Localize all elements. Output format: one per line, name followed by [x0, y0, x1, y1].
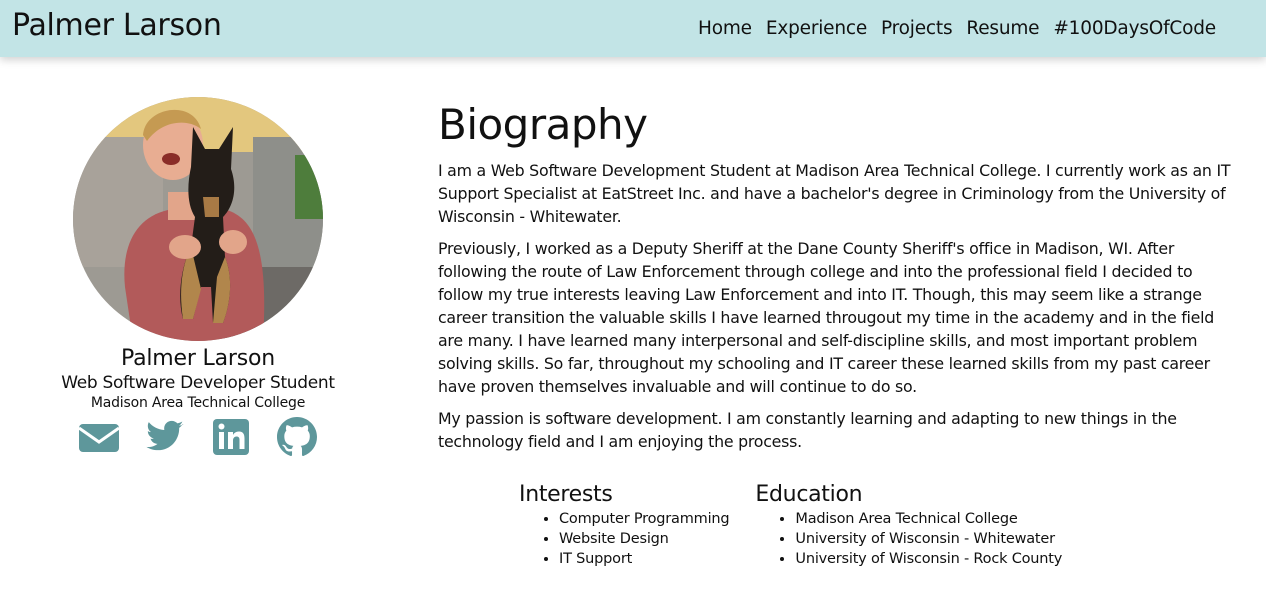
navbar: Palmer Larson Home Experience Projects R…: [0, 0, 1266, 57]
list-item: University of Wisconsin - Rock County: [795, 549, 1062, 569]
twitter-icon[interactable]: [144, 417, 186, 457]
bio-paragraph: I am a Web Software Development Student …: [438, 161, 1231, 226]
bio-paragraph: My passion is software development. I am…: [438, 409, 1177, 451]
list-item: Madison Area Technical College: [795, 509, 1062, 529]
list-item: University of Wisconsin - Whitewater: [795, 529, 1062, 549]
avatar: [73, 97, 323, 341]
envelope-icon[interactable]: [78, 417, 120, 457]
interests-heading: Interests: [519, 482, 613, 507]
nav-projects[interactable]: Projects: [881, 18, 953, 39]
profile-name: Palmer Larson: [121, 346, 275, 371]
interests-list: Computer Programming Website Design IT S…: [519, 509, 730, 569]
brand-link[interactable]: Palmer Larson: [12, 8, 222, 43]
social-links: [40, 417, 356, 457]
nav-100daysofcode[interactable]: #100DaysOfCode: [1053, 18, 1216, 39]
profile-title: Web Software Developer Student: [61, 373, 335, 393]
nav-resume[interactable]: Resume: [966, 18, 1039, 39]
linkedin-icon[interactable]: [210, 417, 252, 457]
list-item: IT Support: [559, 549, 729, 569]
education-heading: Education: [755, 482, 863, 507]
list-item: Computer Programming: [559, 509, 730, 529]
biography-section: Biography I am a Web Software Developmen…: [438, 100, 1238, 462]
interests-column: Interests Computer Programming Website D…: [519, 482, 730, 569]
nav-home[interactable]: Home: [698, 18, 752, 39]
nav-experience[interactable]: Experience: [766, 18, 867, 39]
education-list: Madison Area Technical College Universit…: [755, 509, 1062, 569]
profile-school: Madison Area Technical College: [90, 395, 306, 411]
list-item: Website Design: [559, 529, 729, 549]
education-column: Education Madison Area Technical College…: [755, 482, 1062, 569]
github-icon[interactable]: [276, 417, 318, 457]
biography-heading: Biography: [438, 100, 648, 149]
profile-card: Palmer Larson Web Software Developer Stu…: [40, 97, 356, 457]
bio-paragraph: Previously, I worked as a Deputy Sheriff…: [438, 239, 1215, 396]
nav-menu: Home Experience Projects Resume #100Days…: [698, 18, 1216, 39]
lists-section: Interests Computer Programming Website D…: [519, 482, 1062, 569]
